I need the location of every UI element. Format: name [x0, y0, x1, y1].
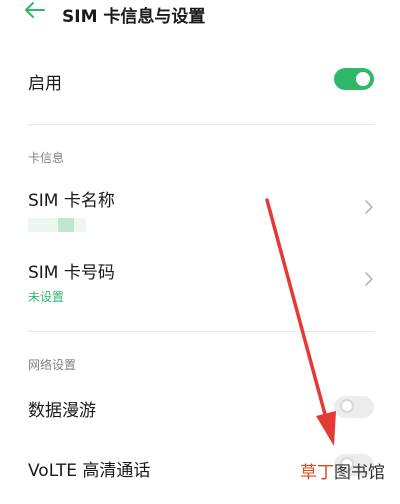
- annotation-arrow-icon: [265, 198, 336, 446]
- watermark-part2: 图书馆: [334, 463, 385, 483]
- watermark: 草丁图书馆: [300, 458, 385, 483]
- watermark-part1: 草丁: [300, 463, 334, 483]
